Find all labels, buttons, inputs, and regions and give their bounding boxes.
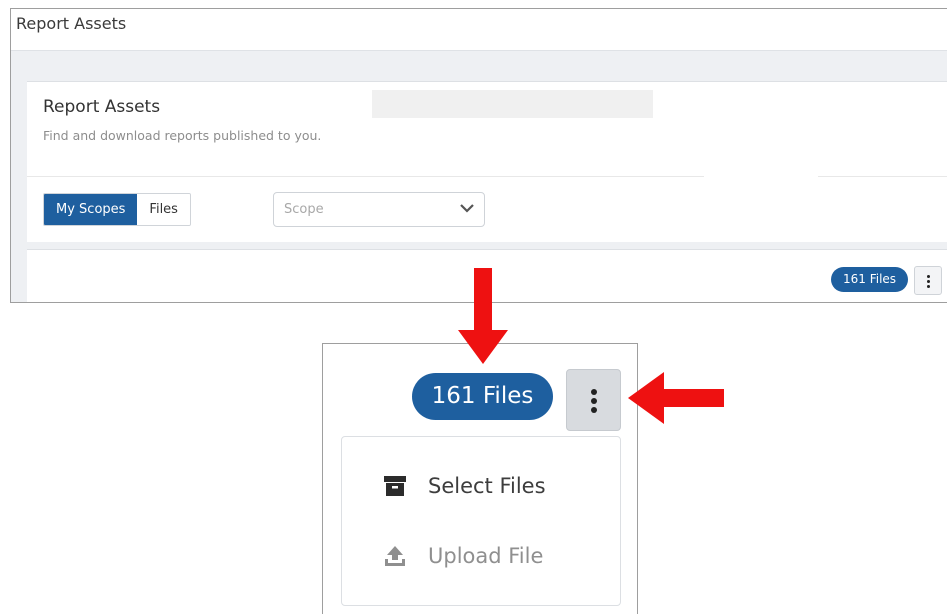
upload-icon (385, 546, 405, 566)
zoomed-view: 161 Files Select Files Upload File (322, 343, 638, 614)
more-options-menu: Select Files Upload File (341, 436, 621, 606)
title-bar: Report Assets (11, 9, 947, 51)
my-scopes-toggle[interactable]: My Scopes (44, 194, 138, 225)
chevron-down-icon (460, 204, 474, 213)
divider-gap (704, 175, 818, 178)
scope-select[interactable]: Scope (273, 192, 485, 227)
archive-box-icon (384, 476, 406, 496)
view-toggle: My Scopes Files (43, 193, 191, 226)
files-toggle[interactable]: Files (137, 194, 190, 225)
card-subtitle: Find and download reports published to y… (43, 128, 322, 143)
window-title: Report Assets (16, 14, 127, 33)
card-title: Report Assets (43, 97, 161, 117)
files-count-badge[interactable]: 161 Files (831, 267, 909, 292)
scope-placeholder: Scope (284, 202, 324, 217)
left-arrow-annotation (628, 372, 724, 424)
upload-file-label: Upload File (428, 544, 544, 568)
report-assets-card: Report Assets Find and download reports … (27, 81, 947, 242)
select-files-label: Select Files (428, 474, 546, 498)
select-files-menu-item[interactable]: Select Files (384, 471, 546, 501)
report-assets-window: Report Assets Report Assets Find and dow… (10, 8, 947, 303)
down-arrow-annotation (458, 268, 508, 364)
redacted-bar (372, 90, 653, 118)
more-options-button[interactable] (914, 266, 942, 295)
files-count-badge-zoomed[interactable]: 161 Files (412, 373, 553, 420)
upload-file-menu-item[interactable]: Upload File (384, 541, 543, 571)
more-options-button-zoomed[interactable] (566, 369, 621, 431)
